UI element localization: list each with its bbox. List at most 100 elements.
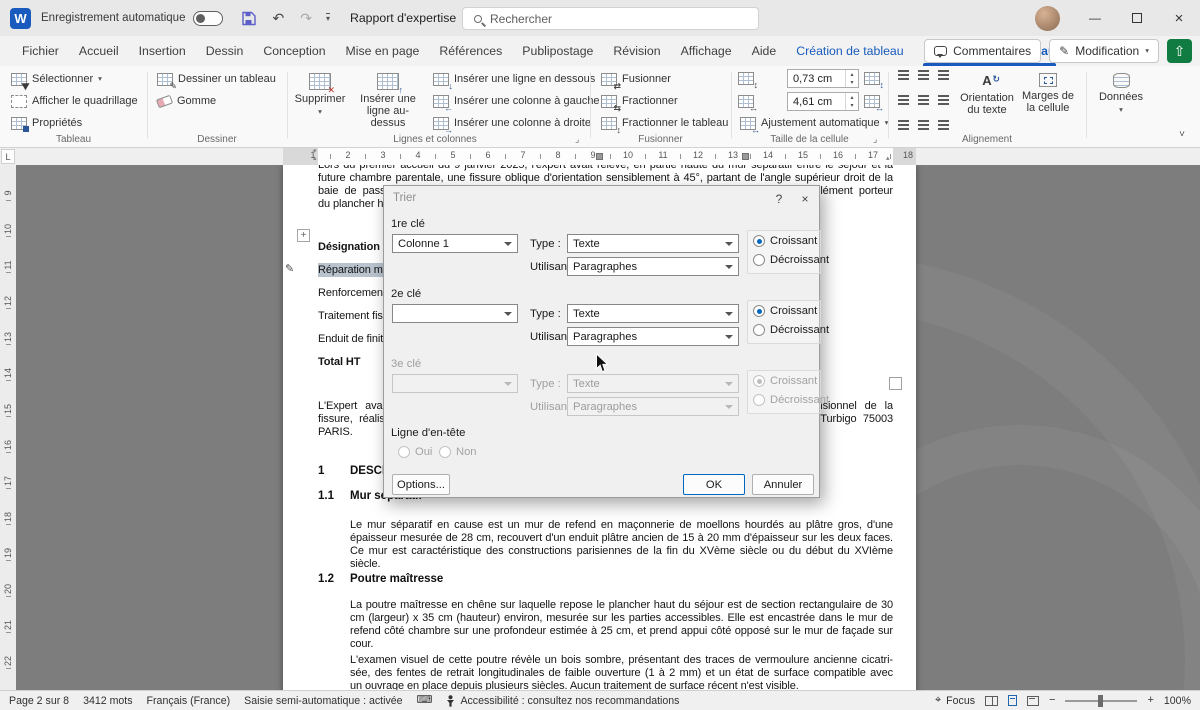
table-header-cell[interactable]: Désignation <box>318 241 380 253</box>
autosave-toggle[interactable] <box>193 11 223 26</box>
align-bottom-left-button[interactable] <box>894 112 913 132</box>
keyboard-icon[interactable]: ⌨ <box>417 695 433 706</box>
table-move-handle[interactable]: + <box>297 229 310 242</box>
options-button[interactable]: Options... <box>392 474 450 495</box>
spinner-arrows-icon[interactable]: ▴▾ <box>845 93 858 110</box>
close-button[interactable]: × <box>1158 0 1200 36</box>
align-top-left-button[interactable] <box>894 68 913 88</box>
eraser-button[interactable]: Gomme <box>152 91 221 111</box>
tab-references[interactable]: Références <box>429 36 512 66</box>
customize-quick-access-icon[interactable]: ▾ <box>326 13 330 23</box>
sort-key1-type-select[interactable]: Texte <box>567 234 739 253</box>
sort-key1-using-select[interactable]: Paragraphes <box>567 257 739 276</box>
hanging-indent-marker[interactable]: ▴ <box>313 155 317 162</box>
insert-column-left-button[interactable]: ← Insérer une colonne à gauche <box>428 91 605 111</box>
tab-insertion[interactable]: Insertion <box>129 36 196 66</box>
merge-cells-button[interactable]: ⇄ Fusionner <box>596 69 676 89</box>
tracked-change-marker[interactable]: ✎ <box>285 262 294 275</box>
select-table-button[interactable]: Sélectionner ▾ <box>6 69 107 89</box>
tab-mise-en-page[interactable]: Mise en page <box>336 36 430 66</box>
sort-key2-descending-radio[interactable]: Décroissant <box>753 324 829 336</box>
text-direction-button[interactable]: A↻ Orientation du texte <box>958 68 1016 130</box>
view-gridlines-button[interactable]: Afficher le quadrillage <box>6 91 143 111</box>
taille-dialog-launcher[interactable]: ⌟ <box>873 135 877 144</box>
insert-column-right-button[interactable]: → Insérer une colonne à droite <box>428 113 596 133</box>
align-top-center-button[interactable] <box>914 68 933 88</box>
language-indicator[interactable]: Français (France) <box>147 695 231 707</box>
page-indicator[interactable]: Page 2 sur 8 <box>9 695 69 707</box>
collapse-ribbon-button[interactable]: ˅ <box>1172 126 1192 142</box>
cell-margins-button[interactable]: Marges de la cellule <box>1018 68 1078 130</box>
sort-key2-field-select[interactable] <box>392 304 518 323</box>
tab-creation-de-tableau[interactable]: Création de tableau <box>786 36 913 66</box>
insert-row-below-button[interactable]: ↓ Insérer une ligne en dessous <box>428 69 600 89</box>
sort-key1-field-select[interactable]: Colonne 1 <box>392 234 518 253</box>
zoom-slider[interactable] <box>1065 700 1137 702</box>
sort-key2-ascending-radio[interactable]: Croissant <box>753 305 817 317</box>
maximize-button[interactable] <box>1116 0 1158 36</box>
word-logo-icon[interactable]: W <box>10 8 31 29</box>
focus-button[interactable]: ⌖ Focus <box>935 695 975 707</box>
minimize-button[interactable]: — <box>1074 0 1116 36</box>
tab-fichier[interactable]: Fichier <box>12 36 69 66</box>
align-center-left-button[interactable] <box>894 90 913 110</box>
sort-key1-ascending-radio[interactable]: Croissant <box>753 235 817 247</box>
header-row-no-radio[interactable]: Non <box>439 446 477 458</box>
left-indent-marker[interactable]: ▾ <box>313 148 317 155</box>
autocomplete-indicator[interactable]: Saisie semi-automatique : activée <box>244 695 402 707</box>
tab-dessin[interactable]: Dessin <box>196 36 254 66</box>
align-bottom-right-button[interactable] <box>934 112 953 132</box>
vertical-ruler[interactable]: 910111213141516171819202122 <box>0 165 16 690</box>
search-input[interactable]: Rechercher <box>462 7 759 30</box>
zoom-slider-thumb[interactable] <box>1098 695 1103 707</box>
zoom-in-button[interactable]: + <box>1147 695 1153 706</box>
document-title-button[interactable]: Rapport d'expertise ▾ <box>350 11 466 25</box>
align-bottom-center-button[interactable] <box>914 112 933 132</box>
draw-table-button[interactable]: ✎ Dessiner un tableau <box>152 69 281 89</box>
table-properties-button[interactable]: Propriétés <box>6 113 87 133</box>
share-button[interactable]: ⇧ <box>1167 39 1192 63</box>
accessibility-status[interactable]: Accessibilité : consultez nos recommanda… <box>446 695 679 707</box>
lignes-dialog-launcher[interactable]: ⌟ <box>575 135 579 144</box>
zoom-level[interactable]: 100% <box>1164 695 1191 707</box>
tab-affichage[interactable]: Affichage <box>671 36 742 66</box>
dialog-help-button[interactable]: ? <box>767 190 791 208</box>
table-column-marker[interactable] <box>596 153 603 160</box>
split-cells-button[interactable]: ⇆ Fractionner <box>596 91 683 111</box>
right-indent-marker[interactable]: ▴ <box>886 155 890 162</box>
tab-stop-selector[interactable]: L <box>1 149 15 164</box>
spinner-arrows-icon[interactable]: ▴▾ <box>845 70 858 87</box>
read-mode-button[interactable] <box>985 696 998 706</box>
save-button[interactable] <box>233 8 264 29</box>
header-row-yes-radio[interactable]: Oui <box>398 446 432 458</box>
web-layout-button[interactable] <box>1027 696 1039 706</box>
data-button[interactable]: Données ▾ <box>1092 68 1150 130</box>
tab-accueil[interactable]: Accueil <box>69 36 129 66</box>
column-width-spinner[interactable]: 4,61 cm ▴▾ <box>787 92 859 111</box>
distribute-rows-icon[interactable]: ↕ <box>864 72 880 85</box>
sort-dialog[interactable]: Trier ? × 1re clé Colonne 1 Type : Texte… <box>383 185 820 498</box>
cancel-button[interactable]: Annuler <box>752 474 814 495</box>
comments-button[interactable]: Commentaires <box>924 39 1041 63</box>
tab-conception[interactable]: Conception <box>253 36 335 66</box>
table-column-marker[interactable] <box>742 153 749 160</box>
avatar[interactable] <box>1035 6 1060 31</box>
align-top-right-button[interactable] <box>934 68 953 88</box>
horizontal-ruler[interactable]: 123456789101112131415161718 ▾ ▴ ▴ <box>0 148 1200 165</box>
undo-button[interactable]: ↶ <box>264 8 292 28</box>
sort-key2-type-select[interactable]: Texte <box>567 304 739 323</box>
insert-row-above-button[interactable]: ↑ Insérer une ligne au-dessus <box>352 68 424 130</box>
ok-button[interactable]: OK <box>683 474 745 495</box>
dialog-close-button[interactable]: × <box>793 190 817 208</box>
row-height-spinner[interactable]: 0,73 cm ▴▾ <box>787 69 859 88</box>
table-row-total[interactable]: Total HT <box>318 356 360 368</box>
print-layout-button[interactable] <box>1008 695 1017 706</box>
delete-button[interactable]: ✕ Supprimer ▾ <box>292 68 348 130</box>
align-center-right-button[interactable] <box>934 90 953 110</box>
sort-key1-descending-radio[interactable]: Décroissant <box>753 254 829 266</box>
zoom-out-button[interactable]: − <box>1049 695 1055 706</box>
distribute-columns-icon[interactable]: ↔ <box>864 95 880 108</box>
tab-publipostage[interactable]: Publipostage <box>512 36 603 66</box>
editing-mode-button[interactable]: ✎ Modification ▾ <box>1049 39 1159 63</box>
align-center-button[interactable] <box>914 90 933 110</box>
